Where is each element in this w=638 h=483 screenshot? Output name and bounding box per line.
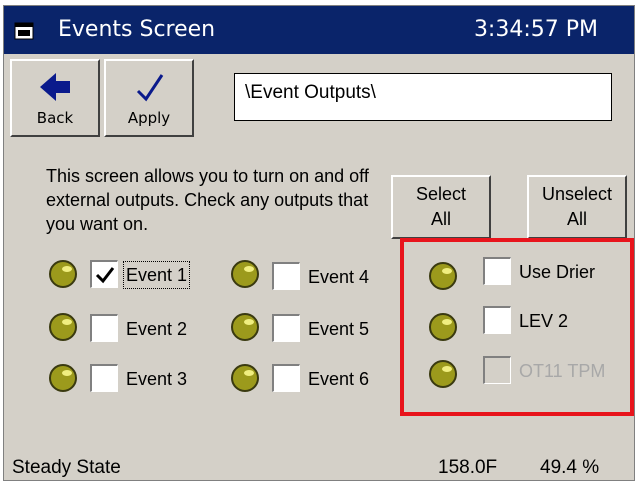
event-6-label: Event 6 (308, 369, 370, 389)
event-5-label: Event 5 (308, 319, 370, 339)
back-button[interactable]: Back (10, 59, 100, 137)
status-bar: Steady State 158.0F 49.4 % (4, 451, 634, 481)
checkmark-icon (95, 267, 115, 284)
window-icon (14, 22, 34, 40)
event-2-checkbox[interactable] (90, 314, 118, 342)
status-state: Steady State (12, 457, 121, 478)
path-field[interactable]: \Event Outputs\ (234, 73, 612, 121)
instructions-text: This screen allows you to turn on and of… (46, 166, 369, 234)
event-1-indicator-icon (49, 260, 77, 288)
unselect-all-button[interactable]: Unselect All (527, 175, 627, 239)
status-temperature: 158.0F (438, 457, 498, 478)
event-3-checkbox[interactable] (90, 364, 118, 392)
events-screen: Events Screen 3:34:57 PM Back Apply \Eve… (3, 5, 635, 481)
event-2-label: Event 2 (126, 319, 188, 339)
event-6-checkbox[interactable] (272, 364, 300, 392)
select-all-button[interactable]: Select All (391, 175, 491, 239)
event-1-checkbox[interactable] (90, 260, 118, 288)
arrow-left-icon (40, 73, 70, 101)
unselect-all-label-line2: All (566, 209, 587, 229)
event-3-indicator-icon (49, 364, 77, 392)
highlight-box (400, 238, 634, 416)
event-6-indicator-icon (231, 364, 259, 392)
apply-label: Apply (127, 109, 171, 127)
event-1-label: Event 1 (122, 261, 191, 289)
event-4-label: Event 4 (308, 267, 370, 287)
unselect-all-label-line1: Unselect (541, 184, 613, 204)
event-5-indicator-icon (231, 313, 259, 341)
event-5-checkbox[interactable] (272, 314, 300, 342)
title-bar: Events Screen 3:34:57 PM (4, 6, 634, 54)
event-2-indicator-icon (49, 313, 77, 341)
select-all-label-line2: All (430, 209, 451, 229)
back-label: Back (36, 109, 74, 127)
clock: 3:34:57 PM (473, 17, 598, 42)
select-all-label-line1: Select (415, 184, 467, 204)
apply-button[interactable]: Apply (104, 59, 194, 137)
event-4-indicator-icon (231, 260, 259, 288)
event-4-checkbox[interactable] (272, 262, 300, 290)
event-3-label: Event 3 (126, 369, 188, 389)
window-title: Events Screen (58, 17, 216, 42)
checkmark-icon (136, 74, 164, 102)
status-percent: 49.4 % (540, 457, 600, 478)
